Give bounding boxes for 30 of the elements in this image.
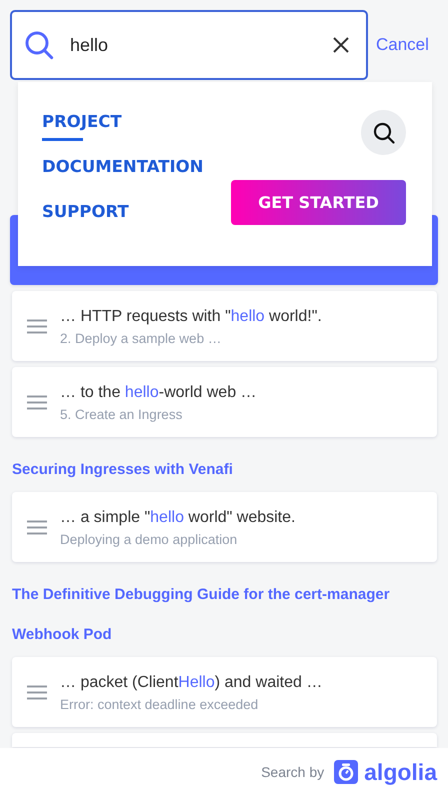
result-title: … to the hello-world web … bbox=[60, 383, 257, 403]
result-subtitle: 5. Create an Ingress bbox=[60, 407, 184, 422]
search-field[interactable]: hello bbox=[10, 10, 368, 80]
search-icon bbox=[372, 120, 396, 144]
algolia-link[interactable]: algolia bbox=[334, 758, 437, 786]
get-started-button[interactable]: GET STARTED bbox=[231, 180, 406, 225]
list-icon bbox=[27, 520, 47, 534]
result-subtitle: Error: context deadline exceeded bbox=[60, 697, 260, 712]
search-result[interactable]: … a simple "hello world" website. Deploying a demo application bbox=[12, 492, 437, 562]
result-subtitle: 2. Deploy a sample web … bbox=[60, 331, 222, 346]
section-heading: The Definitive Debugging Guide for the cert-manager Webhook Pod bbox=[12, 585, 391, 645]
section-heading: Securing Ingresses with Venafi bbox=[12, 460, 234, 480]
result-title: … a simple "hello world" website. bbox=[60, 508, 296, 528]
nav-link[interactable]: SUPPORT bbox=[42, 194, 129, 239]
result-subtitle: Deploying a demo application bbox=[60, 532, 238, 547]
list-icon bbox=[27, 394, 47, 410]
search-result[interactable]: … packet (ClientHello) and waited … Error: context deadline exceeded bbox=[12, 657, 437, 727]
cancel-button[interactable]: Cancel bbox=[376, 35, 429, 55]
list-icon bbox=[27, 684, 47, 700]
search-by-label: Search by bbox=[261, 764, 324, 780]
result-title: … packet (ClientHello) and waited … bbox=[60, 673, 322, 693]
nav-link[interactable]: DOCUMENTATION bbox=[42, 149, 204, 194]
search-icon bbox=[23, 29, 55, 61]
result-title: … HTTP requests with "hello world!". bbox=[60, 307, 322, 327]
search-result[interactable]: … HTTP requests with "hello world!". 2. Deploy a sample web … bbox=[12, 291, 437, 361]
search-result[interactable]: … to the hello-world web … 5. Create an Ingress bbox=[12, 367, 437, 437]
nav-link[interactable]: PROJECT bbox=[42, 104, 122, 149]
logo-icon bbox=[334, 760, 358, 784]
search-button[interactable] bbox=[361, 110, 406, 155]
list-icon bbox=[27, 318, 47, 334]
